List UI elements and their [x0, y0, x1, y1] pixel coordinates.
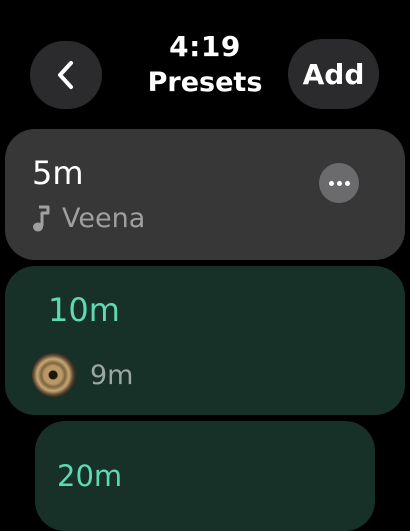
preset-duration: 10m	[48, 291, 120, 329]
cymbal-icon	[32, 353, 76, 397]
preset-sound-row: 9m	[32, 353, 133, 397]
preset-sound-name: Veena	[62, 203, 146, 234]
preset-duration: 20m	[57, 459, 123, 493]
music-note-icon	[33, 205, 50, 231]
ellipsis-icon	[328, 180, 334, 186]
preset-card-10m[interactable]: 10m 9m	[5, 266, 405, 415]
status-time: 4:19	[169, 30, 241, 63]
preset-duration: 5m	[32, 154, 84, 192]
more-options-button[interactable]	[319, 163, 359, 203]
preset-sound-duration: 9m	[90, 359, 134, 391]
preset-card-20m[interactable]: 20m	[35, 421, 375, 531]
page-title: Presets	[147, 67, 263, 98]
chevron-left-icon	[58, 61, 73, 89]
preset-card-5m[interactable]: 5m Veena	[5, 129, 405, 260]
add-button[interactable]: Add	[288, 39, 379, 109]
header: 4:19 Presets	[120, 30, 290, 100]
preset-sound-row: Veena	[32, 203, 145, 234]
back-button[interactable]	[30, 41, 102, 109]
